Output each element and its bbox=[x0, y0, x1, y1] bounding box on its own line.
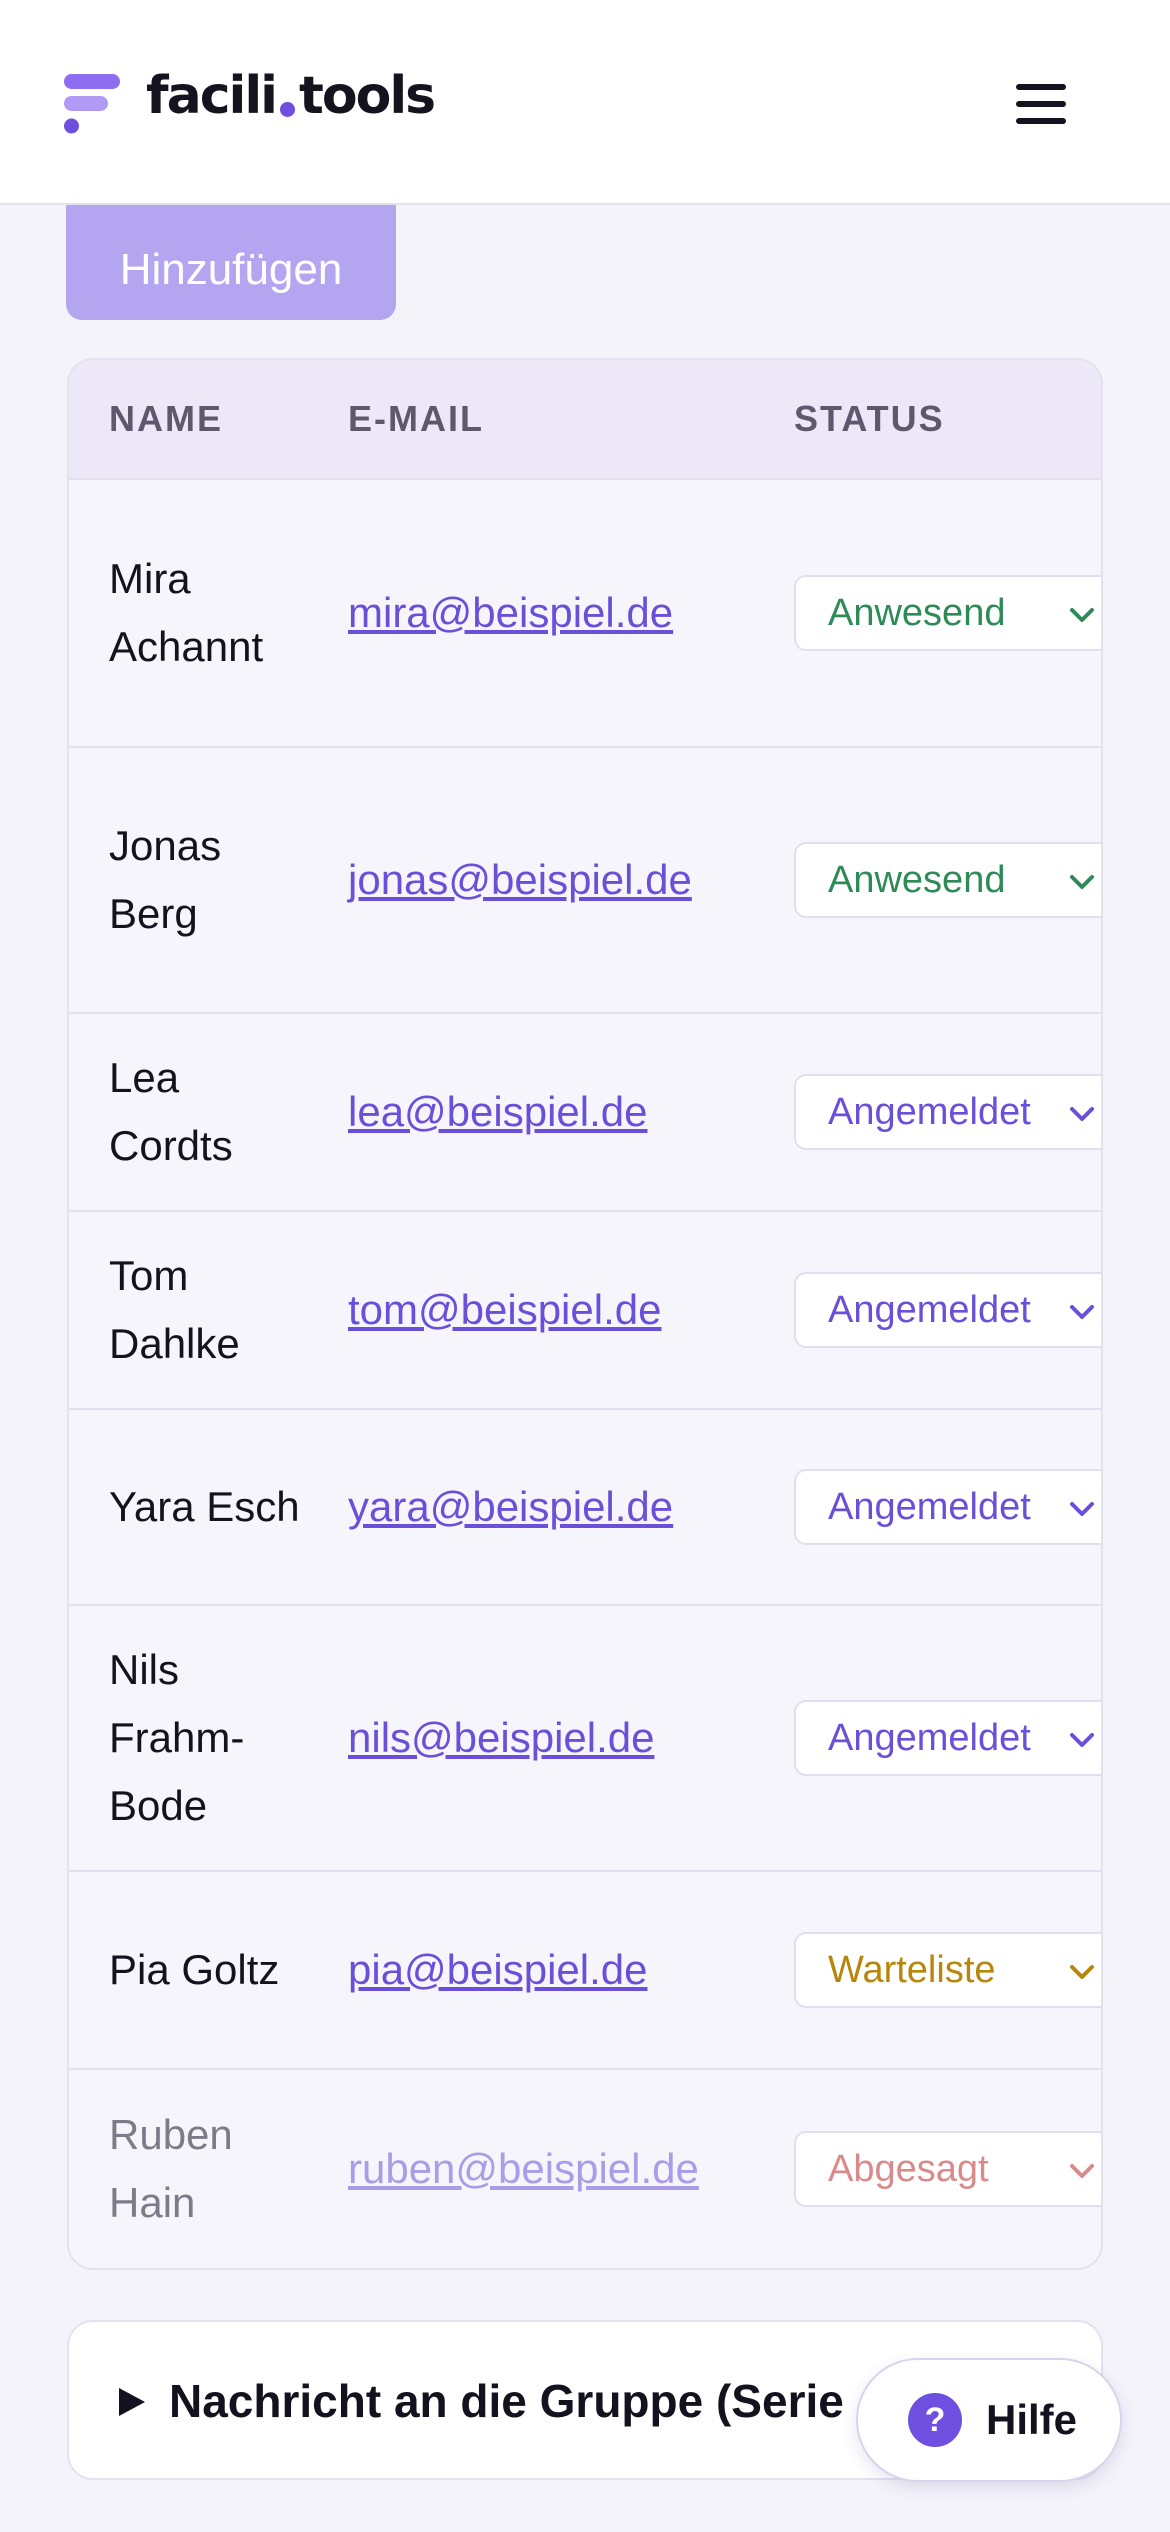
participant-name: Lea Cordts bbox=[109, 1054, 233, 1169]
help-label: Hilfe bbox=[986, 2396, 1078, 2443]
add-button[interactable]: Hinzufügen bbox=[66, 192, 396, 320]
status-select[interactable]: Anwesend bbox=[794, 842, 1101, 918]
status-select[interactable]: Angemeldet bbox=[794, 1074, 1101, 1150]
participant-email-link[interactable]: yara@beispiel.de bbox=[348, 1483, 673, 1531]
group-message-title: Nachricht an die Gruppe (Serie bbox=[169, 2375, 844, 2427]
chevron-down-icon bbox=[1070, 1305, 1094, 1319]
participant-email-link[interactable]: mira@beispiel.de bbox=[348, 589, 673, 637]
status-value: Anwesend bbox=[828, 858, 1006, 901]
hamburger-menu-icon[interactable] bbox=[1010, 80, 1072, 128]
status-select[interactable]: Angemeldet bbox=[794, 1272, 1101, 1348]
facili-tools-logo-icon bbox=[64, 74, 120, 134]
table-row: Jonas Berg jonas@beispiel.de Anwesend bbox=[69, 748, 1101, 1014]
status-value: Angemeldet bbox=[828, 1090, 1031, 1133]
chevron-down-icon bbox=[1070, 1502, 1094, 1516]
participant-name: Mira Achannt bbox=[109, 555, 264, 670]
brand-logo-text[interactable]: facili tools bbox=[146, 66, 436, 126]
help-button[interactable]: ? Hilfe bbox=[856, 2358, 1122, 2482]
chevron-down-icon bbox=[1070, 608, 1094, 622]
column-header-status: STATUS bbox=[794, 398, 945, 439]
help-question-icon: ? bbox=[908, 2393, 962, 2447]
table-row: Ruben Hain ruben@beispiel.de Abgesagt bbox=[69, 2070, 1101, 2268]
participant-email-link[interactable]: tom@beispiel.de bbox=[348, 1286, 661, 1334]
table-row: Mira Achannt mira@beispiel.de Anwesend bbox=[69, 480, 1101, 748]
table-row: Pia Goltz pia@beispiel.de Warteliste bbox=[69, 1872, 1101, 2070]
status-value: Angemeldet bbox=[828, 1288, 1031, 1331]
participant-name: Jonas Berg bbox=[109, 822, 222, 937]
chevron-down-icon bbox=[1070, 1107, 1094, 1121]
participant-email-link[interactable]: lea@beispiel.de bbox=[348, 1088, 648, 1136]
column-header-name: NAME bbox=[109, 398, 223, 439]
participant-name: Ruben Hain bbox=[109, 2111, 233, 2226]
chevron-down-icon bbox=[1070, 875, 1094, 889]
participant-email-link[interactable]: nils@beispiel.de bbox=[348, 1714, 654, 1762]
participant-name: Yara Esch bbox=[109, 1483, 300, 1530]
chevron-down-icon bbox=[1070, 2164, 1094, 2178]
table-row: Nils Frahm-Bode nils@beispiel.de Angemelde… bbox=[69, 1606, 1101, 1872]
status-value: Abgesagt bbox=[828, 2147, 989, 2190]
status-select[interactable]: Abgesagt bbox=[794, 2131, 1101, 2207]
participant-name: Pia Goltz bbox=[109, 1946, 280, 1993]
participant-name: Tom Dahlke bbox=[109, 1252, 240, 1367]
table-row: Tom Dahlke tom@beispiel.de Angemeldet bbox=[69, 1212, 1101, 1410]
table-row: Yara Esch yara@beispiel.de Angemeldet bbox=[69, 1410, 1101, 1606]
logo-dot bbox=[280, 101, 296, 117]
status-value: Angemeldet bbox=[828, 1716, 1031, 1759]
table-row: Lea Cordts lea@beispiel.de Angemeldet bbox=[69, 1014, 1101, 1212]
disclosure-triangle-icon[interactable] bbox=[117, 2386, 147, 2418]
participant-name: Nils Frahm-Bode bbox=[109, 1646, 245, 1829]
participant-email-link[interactable]: pia@beispiel.de bbox=[348, 1946, 648, 1994]
status-select[interactable]: Warteliste bbox=[794, 1932, 1101, 2008]
status-select[interactable]: Anwesend bbox=[794, 575, 1101, 651]
status-value: Angemeldet bbox=[828, 1485, 1031, 1528]
chevron-down-icon bbox=[1070, 1965, 1094, 1979]
app-header: facili tools bbox=[0, 0, 1170, 205]
status-value: Anwesend bbox=[828, 591, 1006, 634]
table-header-row: NAME E-MAIL STATUS bbox=[69, 360, 1101, 480]
participant-email-link[interactable]: ruben@beispiel.de bbox=[348, 2145, 699, 2193]
chevron-down-icon bbox=[1070, 1733, 1094, 1747]
logo-text-right: tools bbox=[299, 66, 436, 126]
status-select[interactable]: Angemeldet bbox=[794, 1700, 1101, 1776]
status-select[interactable]: Angemeldet bbox=[794, 1469, 1101, 1545]
participant-email-link[interactable]: jonas@beispiel.de bbox=[348, 856, 692, 904]
participants-table: NAME E-MAIL STATUS Mira Achannt mira@beis… bbox=[67, 358, 1103, 2270]
column-header-email: E-MAIL bbox=[348, 398, 484, 439]
logo-text-left: facili bbox=[146, 66, 278, 126]
status-value: Warteliste bbox=[828, 1948, 996, 1991]
